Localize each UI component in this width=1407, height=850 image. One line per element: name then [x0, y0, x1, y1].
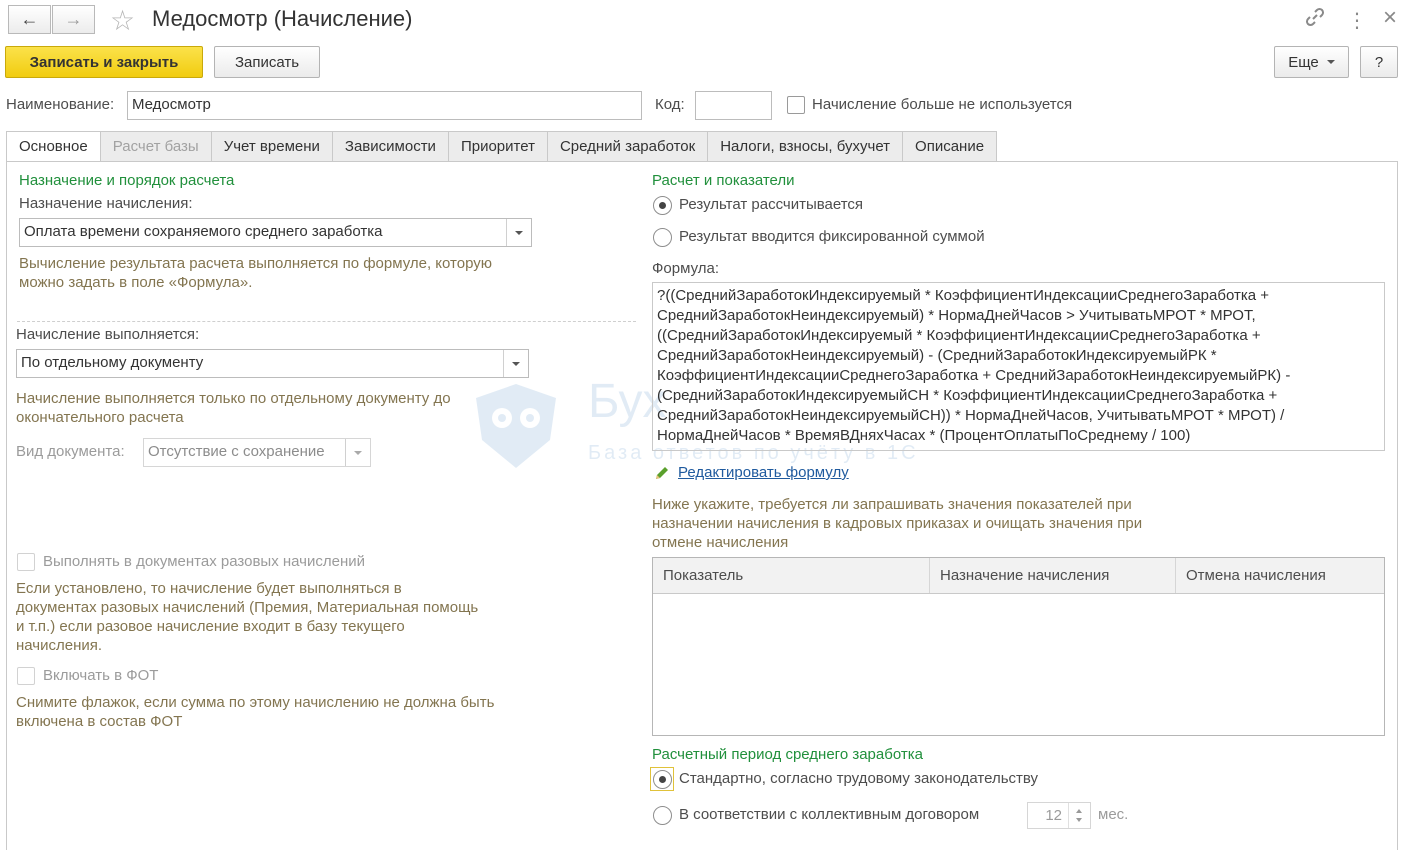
tab-base-calc[interactable]: Расчет базы — [99, 131, 211, 162]
back-button[interactable]: ← — [8, 5, 51, 34]
radio-standard[interactable] — [653, 770, 672, 789]
period-title: Расчетный период среднего заработка — [652, 746, 923, 763]
radio-collective[interactable] — [653, 806, 672, 825]
performed-value: По отдельному документу — [21, 354, 204, 371]
favorite-star-icon[interactable]: ☆ — [110, 4, 135, 37]
performed-select[interactable]: По отдельному документу — [16, 349, 529, 378]
one-time-label: Выполнять в документах разовых начислени… — [43, 553, 365, 570]
more-label: Еще — [1288, 53, 1319, 71]
close-icon[interactable]: × — [1383, 4, 1397, 32]
save-and-close-button[interactable]: Записать и закрыть — [5, 46, 203, 78]
radio-fixed-label: Результат вводится фиксированной суммой — [679, 228, 985, 245]
edit-formula-link[interactable]: Редактировать формулу — [678, 464, 849, 481]
months-value: 12 — [1045, 807, 1062, 824]
performed-hint: Начисление выполняется только по отдельн… — [16, 390, 451, 426]
divider — [17, 321, 636, 322]
purpose-select[interactable]: Оплата времени сохраняемого среднего зар… — [19, 218, 532, 247]
help-button[interactable]: ? — [1360, 46, 1398, 78]
radio-fixed[interactable] — [653, 228, 672, 247]
unused-label: Начисление больше не используется — [812, 96, 1073, 113]
radio-calculated[interactable] — [653, 196, 672, 215]
tab-main[interactable]: Основное — [6, 131, 100, 162]
chevron-down-icon — [1326, 60, 1335, 64]
col-assignment[interactable]: Назначение начисления — [930, 558, 1176, 593]
unused-checkbox[interactable] — [787, 96, 805, 114]
link-icon[interactable] — [1304, 6, 1326, 32]
tab-bar: Основное Расчет базы Учет времени Зависи… — [6, 131, 998, 162]
tab-description[interactable]: Описание — [902, 131, 998, 162]
tab-priority[interactable]: Приоритет — [447, 131, 547, 162]
name-label: Наименование: — [6, 96, 115, 113]
tab-dependencies[interactable]: Зависимости — [331, 131, 448, 162]
purpose-value: Оплата времени сохраняемого среднего зар… — [24, 223, 383, 240]
fot-label: Включать в ФОТ — [43, 667, 159, 684]
section-calc-title: Расчет и показатели — [652, 172, 795, 189]
doc-type-value: Отсутствие с сохранение — [148, 443, 325, 460]
more-button[interactable]: Еще — [1274, 46, 1349, 78]
formula-field[interactable]: ?((СреднийЗаработокИндексируемый * Коэфф… — [652, 282, 1385, 451]
doc-type-label: Вид документа: — [16, 443, 125, 460]
indicators-table[interactable]: Показатель Назначение начисления Отмена … — [652, 557, 1385, 736]
purpose-label: Назначение начисления: — [19, 195, 193, 212]
months-unit: мес. — [1098, 806, 1129, 823]
pencil-icon — [653, 464, 671, 486]
arrow-right-icon: → — [64, 9, 83, 29]
radio-collective-label: В соответствии с коллективным договором — [679, 806, 980, 823]
purpose-hint: Вычисление результата расчета выполняетс… — [19, 255, 493, 291]
more-menu-icon[interactable]: ⋮ — [1347, 8, 1367, 33]
indicators-hint: Ниже укажите, требуется ли запрашивать з… — [652, 496, 1143, 551]
chevron-up-icon[interactable] — [1076, 809, 1082, 813]
radio-standard-label: Стандартно, согласно трудовому законодат… — [679, 770, 1039, 787]
window-title: Медосмотр (Начисление) — [152, 6, 413, 31]
name-field[interactable]: Медосмотр — [127, 91, 642, 120]
forward-button[interactable]: → — [52, 5, 95, 34]
radio-calculated-label: Результат рассчитывается — [679, 196, 864, 213]
performed-label: Начисление выполняется: — [16, 326, 200, 343]
months-stepper[interactable]: 12 — [1027, 802, 1091, 829]
code-label: Код: — [655, 96, 685, 113]
doc-type-select[interactable]: Отсутствие с сохранение — [143, 438, 371, 467]
fot-checkbox[interactable] — [17, 667, 35, 685]
one-time-checkbox[interactable] — [17, 553, 35, 571]
dropdown-arrow-icon[interactable] — [345, 439, 370, 466]
arrow-left-icon: ← — [20, 9, 39, 29]
tab-average-earnings[interactable]: Средний заработок — [546, 131, 708, 162]
table-header: Показатель Назначение начисления Отмена … — [653, 558, 1384, 594]
dropdown-arrow-icon[interactable] — [506, 219, 531, 246]
code-field[interactable] — [695, 91, 772, 120]
save-button[interactable]: Записать — [214, 46, 320, 78]
one-time-hint: Если установлено, то начисление будет вы… — [16, 580, 479, 654]
formula-label: Формула: — [652, 260, 720, 277]
tab-time-accounting[interactable]: Учет времени — [210, 131, 332, 162]
col-indicator[interactable]: Показатель — [653, 558, 930, 593]
tab-taxes[interactable]: Налоги, взносы, бухучет — [707, 131, 903, 162]
stepper-arrows[interactable] — [1068, 803, 1090, 828]
dropdown-arrow-icon[interactable] — [503, 350, 528, 377]
fot-hint: Снимите флажок, если сумма по этому начи… — [16, 694, 495, 730]
section-purpose-title: Назначение и порядок расчета — [19, 172, 235, 189]
col-cancellation[interactable]: Отмена начисления — [1176, 558, 1384, 593]
chevron-down-icon[interactable] — [1076, 818, 1082, 822]
